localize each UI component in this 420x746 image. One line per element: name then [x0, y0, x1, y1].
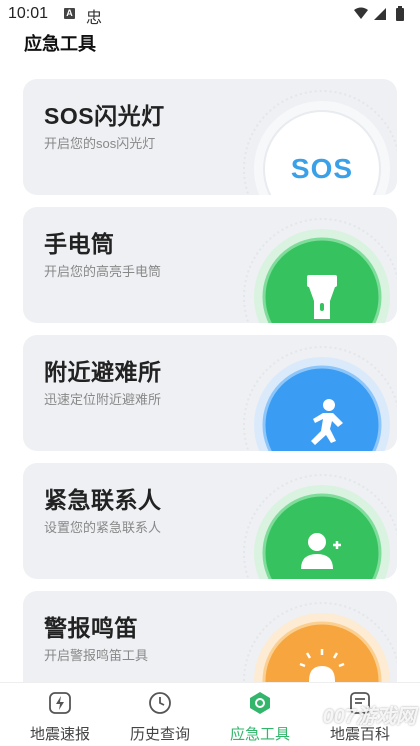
- lightning-icon: [49, 692, 71, 714]
- emergency-contact-card[interactable]: 紧急联系人 设置您的紧急联系人: [23, 463, 397, 579]
- card-title: 紧急联系人: [44, 487, 162, 513]
- flashlight-icon: [243, 218, 397, 323]
- card-subtitle: 开启您的高亮手电筒: [44, 264, 162, 279]
- notification-glyph-icon: 忠: [86, 10, 103, 27]
- nav-label: 应急工具: [229, 726, 290, 743]
- sos-icon-text: SOS: [291, 153, 353, 184]
- toolbox-icon: [250, 692, 270, 714]
- nav-item-emergency-tools[interactable]: 应急工具: [210, 683, 310, 746]
- clock-icon: [149, 692, 171, 714]
- watermark: 007游戏网: [322, 706, 416, 728]
- nav-label: 地震速报: [29, 726, 90, 743]
- flashlight-card[interactable]: 手电筒 开启您的高亮手电筒: [23, 207, 397, 323]
- page-title: 应急工具: [24, 34, 96, 54]
- running-person-icon: [243, 346, 397, 451]
- card-title: SOS闪光灯: [44, 103, 165, 129]
- status-bar: 10:01 A 忠: [0, 0, 420, 28]
- status-time: 10:01: [8, 5, 49, 22]
- nav-item-history[interactable]: 历史查询: [110, 683, 210, 746]
- card-title: 警报鸣笛: [44, 615, 138, 641]
- card-subtitle: 迅速定位附近避难所: [44, 392, 162, 407]
- sos-flashlight-card[interactable]: SOS闪光灯 开启您的sos闪光灯 SOS: [23, 79, 397, 195]
- card-subtitle: 开启您的sos闪光灯: [44, 136, 156, 151]
- card-title: 附近避难所: [44, 359, 162, 385]
- card-subtitle: 开启警报鸣笛工具: [44, 648, 149, 663]
- notification-a-icon: A: [64, 8, 75, 19]
- card-title: 手电筒: [44, 231, 115, 257]
- nav-item-earthquake-report[interactable]: 地震速报: [10, 683, 110, 746]
- nearby-shelter-card[interactable]: 附近避难所 迅速定位附近避难所: [23, 335, 397, 451]
- add-contact-icon: [243, 474, 397, 579]
- nav-label: 历史查询: [129, 726, 190, 743]
- signal-battery-icons: [354, 6, 404, 21]
- sos-icon: SOS: [243, 90, 397, 195]
- card-subtitle: 设置您的紧急联系人: [44, 520, 162, 535]
